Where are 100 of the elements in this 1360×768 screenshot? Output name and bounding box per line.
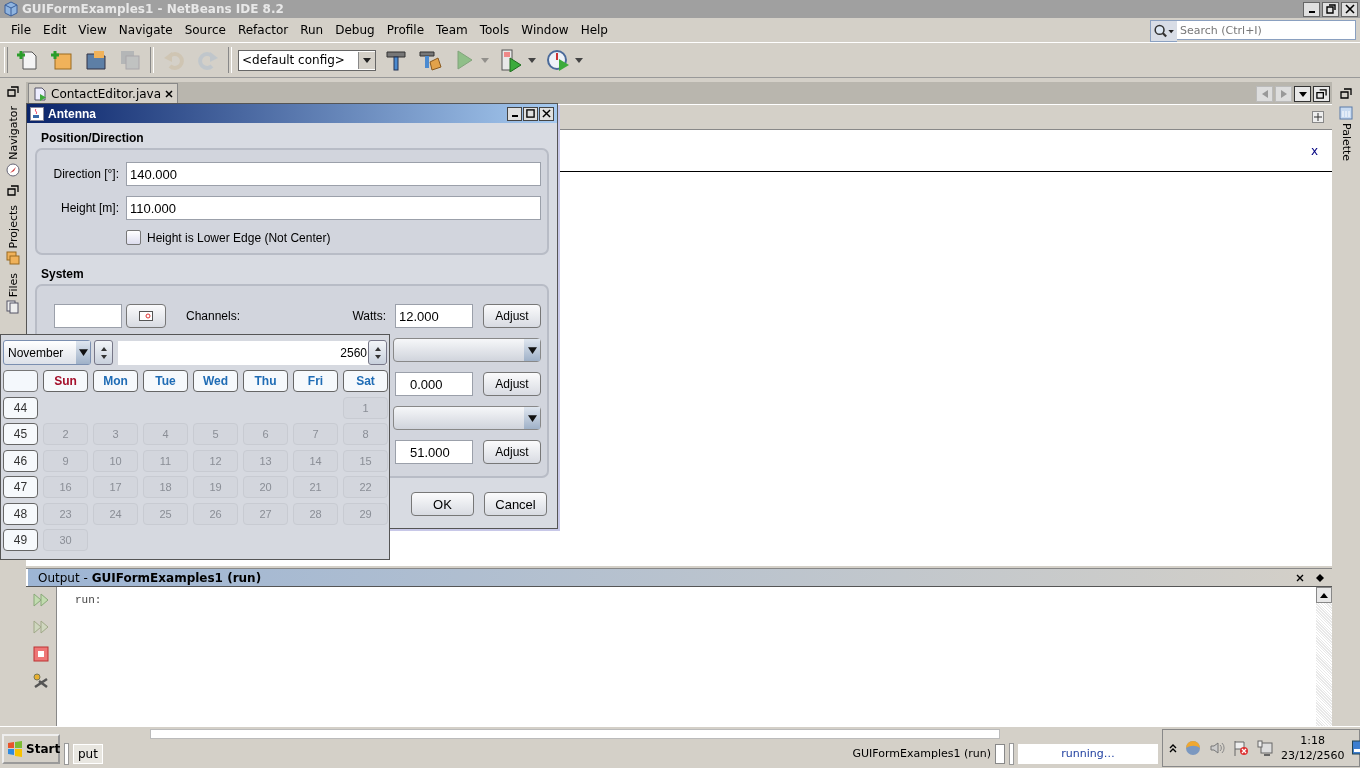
input-field[interactable]: 140.000 xyxy=(126,162,541,186)
layout-icon[interactable] xyxy=(1312,111,1324,123)
checkbox[interactable] xyxy=(126,230,141,245)
caret-icon xyxy=(363,57,371,63)
close-icon xyxy=(1344,4,1355,14)
close-mark[interactable]: x xyxy=(1310,143,1318,158)
new-folder-icon xyxy=(50,48,74,72)
adjust-button[interactable]: Adjust xyxy=(483,372,541,396)
menu-item[interactable]: Source xyxy=(178,23,232,37)
restore-icon xyxy=(1325,4,1336,14)
ok-button[interactable]: OK xyxy=(411,492,474,516)
navigator-tab[interactable]: Navigator xyxy=(6,106,20,177)
weekday-header: Fri xyxy=(293,370,338,392)
progress-box xyxy=(995,743,1005,764)
year-field[interactable]: 2560 xyxy=(118,340,387,365)
compass-icon xyxy=(6,162,20,177)
java-cup-icon xyxy=(30,106,44,121)
weekday-header: Wed xyxy=(193,370,238,392)
adjust-button[interactable]: Adjust xyxy=(483,440,541,464)
menu-item[interactable]: File xyxy=(5,23,38,37)
weekday-header: Sun xyxy=(43,370,88,392)
week-number: 46 xyxy=(3,449,38,472)
caret-icon xyxy=(527,414,537,422)
menu-item[interactable]: Window xyxy=(515,23,575,37)
month-dropdown[interactable]: November xyxy=(3,340,91,365)
taskbar-item[interactable]: put xyxy=(73,743,103,764)
new-file-icon xyxy=(16,48,40,72)
restore-icon[interactable] xyxy=(7,86,19,98)
drag-handle[interactable] xyxy=(64,742,69,765)
menu-item[interactable]: Debug xyxy=(329,23,381,37)
pin-icon[interactable] xyxy=(1316,573,1324,582)
chevron-icon[interactable] xyxy=(1169,742,1177,753)
close-button[interactable] xyxy=(539,106,554,121)
menu-item[interactable]: Navigate xyxy=(112,23,179,37)
close-button[interactable] xyxy=(1341,1,1358,17)
stop-icon[interactable] xyxy=(33,646,49,662)
status-text: GUIFormExamples1 (run) xyxy=(852,747,991,760)
minimize-button[interactable] xyxy=(507,106,522,121)
files-tab[interactable]: Files xyxy=(6,273,20,315)
java-file-icon xyxy=(33,87,47,101)
settings-icon[interactable] xyxy=(33,673,49,689)
menu-item[interactable]: Edit xyxy=(37,23,73,37)
output-title: Output - GUIFormExamples1 (run) xyxy=(38,570,262,585)
restore-icon[interactable] xyxy=(1340,88,1352,100)
adjust-button[interactable]: Adjust xyxy=(483,304,541,328)
projects-tab[interactable]: Projects xyxy=(6,204,20,266)
menu-item[interactable]: Help xyxy=(574,23,614,37)
calendar-icon xyxy=(139,311,153,321)
input-field[interactable]: 12.000 xyxy=(395,304,473,328)
input-field[interactable]: 110.000 xyxy=(126,196,541,220)
drag-handle[interactable] xyxy=(1009,742,1014,765)
input-field[interactable]: 0.000 xyxy=(395,372,473,396)
week-number: 48 xyxy=(3,502,38,525)
menu-item[interactable]: Team xyxy=(430,23,474,37)
dropdown[interactable] xyxy=(393,406,541,430)
search-field[interactable]: Search (Ctrl+I) xyxy=(1177,20,1356,40)
hammer-icon xyxy=(384,48,408,72)
files-label: Files xyxy=(6,273,20,298)
month-spinner[interactable] xyxy=(94,340,113,365)
menu-item[interactable]: Refactor xyxy=(231,23,295,37)
group-title: System xyxy=(40,267,84,281)
menu-item[interactable]: Run xyxy=(294,23,330,37)
cancel-button[interactable]: Cancel xyxy=(484,492,547,516)
palette-tab[interactable]: Palette xyxy=(1339,106,1353,162)
restore-icon[interactable] xyxy=(7,184,19,197)
weekday-header: Tue xyxy=(143,370,188,392)
picker-button[interactable] xyxy=(126,304,166,328)
menu-item[interactable]: Tools xyxy=(473,23,516,37)
close-icon xyxy=(542,109,551,118)
year-spinner[interactable] xyxy=(368,340,387,365)
menu-item[interactable]: Profile xyxy=(380,23,430,37)
flag-icon[interactable] xyxy=(1233,739,1249,756)
scroll-up-button[interactable] xyxy=(1316,587,1332,603)
minimize-icon xyxy=(1308,10,1315,13)
palette-label: Palette xyxy=(1339,123,1353,162)
editor-tab[interactable]: ContactEditor.java xyxy=(28,83,179,104)
menu-item[interactable]: View xyxy=(72,23,113,37)
tab-list-button[interactable] xyxy=(1294,86,1311,102)
close-icon[interactable] xyxy=(1296,573,1304,582)
search-icon[interactable] xyxy=(1150,20,1177,42)
minimize-button[interactable] xyxy=(1303,1,1320,17)
close-icon[interactable] xyxy=(165,90,174,98)
weekday-header: Mon xyxy=(93,370,138,392)
dropdown[interactable] xyxy=(393,338,541,362)
restore-button[interactable] xyxy=(1322,1,1339,17)
week-number: 47 xyxy=(3,476,38,498)
network-icon[interactable] xyxy=(1257,739,1273,756)
config-dropdown[interactable]: <default config> xyxy=(238,49,376,71)
palette-icon xyxy=(1339,106,1353,120)
output-text: run: xyxy=(75,594,102,606)
caret-icon xyxy=(575,57,583,63)
right-arrow-icon xyxy=(1280,90,1287,98)
restore-icon xyxy=(1316,88,1327,100)
maximize-button[interactable] xyxy=(523,106,538,121)
start-button[interactable]: Start xyxy=(2,733,60,764)
input-field[interactable] xyxy=(54,304,122,328)
cube-icon xyxy=(3,1,19,17)
restore-button[interactable] xyxy=(1313,86,1330,102)
clock-date: 23/12/2560 xyxy=(1281,748,1345,762)
input-field[interactable]: 51.000 xyxy=(395,440,473,464)
